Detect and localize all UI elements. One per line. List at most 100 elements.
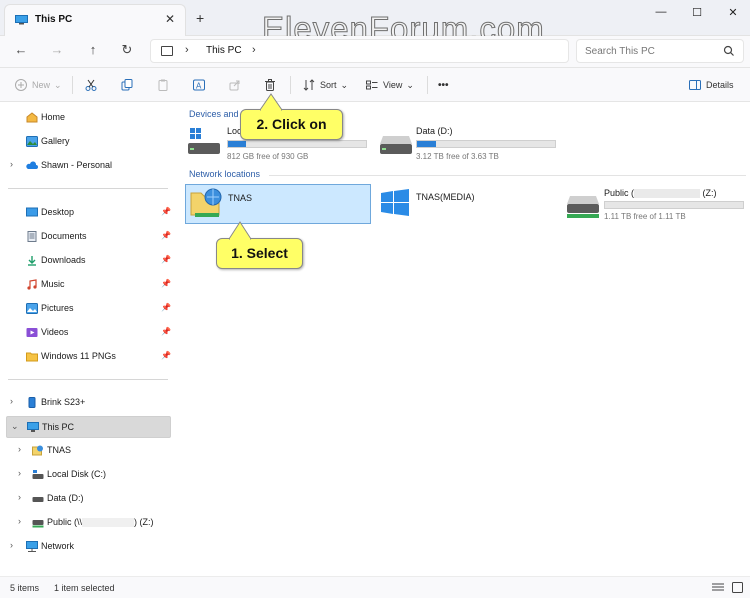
- drive-name: Public ( (Z:): [604, 188, 717, 199]
- pin-icon[interactable]: 📌: [161, 231, 171, 240]
- sidebar-item-local-disk-c[interactable]: › Local Disk (C:): [6, 464, 171, 486]
- pin-icon[interactable]: 📌: [161, 327, 171, 336]
- sort-button[interactable]: Sort ⌄: [302, 76, 348, 94]
- sidebar-item-home[interactable]: Home: [6, 107, 171, 129]
- sidebar-item-label: This PC: [42, 422, 75, 432]
- pin-icon[interactable]: 📌: [161, 255, 171, 264]
- sidebar-item-network[interactable]: › Network: [6, 536, 171, 558]
- pin-icon[interactable]: 📌: [161, 303, 171, 312]
- drive-icon: [380, 136, 412, 154]
- back-arrow-icon[interactable]: ←: [12, 42, 30, 60]
- video-icon: [26, 328, 38, 337]
- sidebar-item-pictures[interactable]: Pictures 📌: [6, 298, 171, 320]
- sidebar-item-public-z[interactable]: › Public (\\) (Z:): [6, 512, 171, 534]
- sidebar-item-videos[interactable]: Videos 📌: [6, 322, 171, 344]
- network-drive-public-z[interactable]: Public ( (Z:) 1.11 TB free of 1.11 TB: [566, 184, 748, 224]
- tab-this-pc[interactable]: This PC ✕: [4, 4, 186, 36]
- clipboard-icon: [158, 79, 168, 91]
- network-folder-icon: [190, 188, 222, 217]
- chevron-right-icon[interactable]: ›: [18, 444, 21, 454]
- pin-icon[interactable]: 📌: [161, 351, 171, 360]
- sidebar-item-label: Network: [41, 541, 75, 551]
- sidebar-item-label: Shawn - Personal: [41, 160, 113, 170]
- chevron-right-icon[interactable]: ›: [18, 492, 21, 502]
- drive-usage-fill: [228, 141, 246, 147]
- details-button[interactable]: Details: [688, 76, 734, 94]
- new-tab-button[interactable]: +: [196, 10, 204, 26]
- chevron-down-icon[interactable]: ⌄: [11, 421, 19, 432]
- music-icon: [27, 279, 37, 290]
- more-options-button[interactable]: •••: [438, 76, 449, 94]
- close-tab-icon[interactable]: ✕: [165, 12, 175, 26]
- view-button[interactable]: View ⌄: [365, 76, 414, 94]
- sidebar-item-documents[interactable]: Documents 📌: [6, 226, 171, 248]
- chevron-down-icon: ⌄: [406, 79, 414, 90]
- network-share-icon: [32, 520, 44, 528]
- gallery-icon: [26, 136, 38, 147]
- pin-icon[interactable]: 📌: [161, 207, 171, 216]
- sidebar-item-phone[interactable]: › Brink S23+: [6, 392, 171, 414]
- documents-icon: [27, 231, 37, 242]
- sidebar-item-windows-11-pngs[interactable]: Windows 11 PNGs 📌: [6, 346, 171, 368]
- devices-group-header[interactable]: Devices and d: [189, 109, 246, 119]
- sidebar-item-music[interactable]: Music 📌: [6, 274, 171, 296]
- divider: [8, 188, 168, 189]
- sidebar-item-data-d[interactable]: › Data (D:): [6, 488, 171, 510]
- divider: [72, 76, 73, 94]
- plus-icon: [15, 79, 27, 91]
- details-view-icon[interactable]: [712, 583, 724, 593]
- close-window-button[interactable]: ✕: [722, 6, 744, 20]
- network-location-name: TNAS(MEDIA): [416, 192, 475, 202]
- forward-arrow-icon[interactable]: →: [48, 42, 66, 60]
- item-count: 5 items: [10, 583, 40, 593]
- network-location-tnas[interactable]: TNAS: [185, 184, 371, 224]
- up-arrow-icon[interactable]: ↑: [84, 42, 102, 60]
- address-bar[interactable]: › This PC ›: [150, 39, 569, 63]
- status-bar: 5 items 1 item selected: [0, 576, 750, 598]
- sidebar-item-tnas[interactable]: › TNAS: [6, 440, 171, 462]
- sidebar-item-onedrive[interactable]: › Shawn - Personal: [6, 155, 171, 177]
- network-locations-group-header[interactable]: Network locations: [189, 169, 260, 179]
- maximize-button[interactable]: ☐: [686, 6, 708, 20]
- refresh-icon[interactable]: ↻: [118, 42, 136, 60]
- rename-button[interactable]: A: [192, 76, 206, 94]
- paste-button[interactable]: [156, 76, 170, 94]
- chevron-right-icon[interactable]: ›: [10, 540, 13, 550]
- scissors-icon: [85, 79, 97, 91]
- chevron-right-icon[interactable]: ›: [18, 516, 21, 526]
- drive-icon: [32, 497, 44, 502]
- network-icon: [26, 541, 38, 552]
- breadcrumb-chevron-icon[interactable]: ›: [252, 44, 256, 56]
- sidebar-item-downloads[interactable]: Downloads 📌: [6, 250, 171, 272]
- breadcrumb-this-pc[interactable]: This PC: [206, 45, 242, 56]
- cut-button[interactable]: [84, 76, 98, 94]
- search-input[interactable]: Search This PC: [576, 39, 744, 63]
- chevron-right-icon[interactable]: ›: [18, 468, 21, 478]
- phone-icon: [28, 397, 36, 408]
- share-button[interactable]: [228, 76, 242, 94]
- sidebar-item-this-pc[interactable]: ⌄ This PC: [6, 416, 171, 438]
- new-button[interactable]: New ⌄: [14, 76, 62, 94]
- copy-button[interactable]: [120, 76, 134, 94]
- minimize-button[interactable]: —: [650, 6, 672, 20]
- navigation-pane: Home Gallery › Shawn - Personal Desktop …: [0, 102, 173, 576]
- sidebar-item-desktop[interactable]: Desktop 📌: [6, 202, 171, 224]
- delete-button[interactable]: [263, 76, 277, 94]
- sidebar-item-gallery[interactable]: Gallery: [6, 131, 171, 153]
- chevron-right-icon[interactable]: ›: [10, 159, 13, 169]
- details-label: Details: [706, 80, 734, 90]
- breadcrumb-chevron-icon[interactable]: ›: [185, 44, 189, 56]
- network-location-tnas-media[interactable]: TNAS(MEDIA): [377, 184, 563, 224]
- chevron-right-icon[interactable]: ›: [10, 396, 13, 406]
- view-icon: [366, 80, 378, 90]
- drive-data-d[interactable]: Data (D:) 3.12 TB free of 3.63 TB: [377, 122, 567, 162]
- callout-select: 1. Select: [216, 238, 303, 269]
- divider: [8, 379, 168, 380]
- pictures-icon: [26, 303, 38, 314]
- sidebar-item-label: Home: [41, 112, 66, 122]
- tiles-view-icon[interactable]: [732, 582, 743, 593]
- sidebar-item-label: Data (D:): [47, 493, 84, 503]
- tab-title: This PC: [35, 14, 73, 25]
- pin-icon[interactable]: 📌: [161, 279, 171, 288]
- new-label: New: [32, 80, 51, 90]
